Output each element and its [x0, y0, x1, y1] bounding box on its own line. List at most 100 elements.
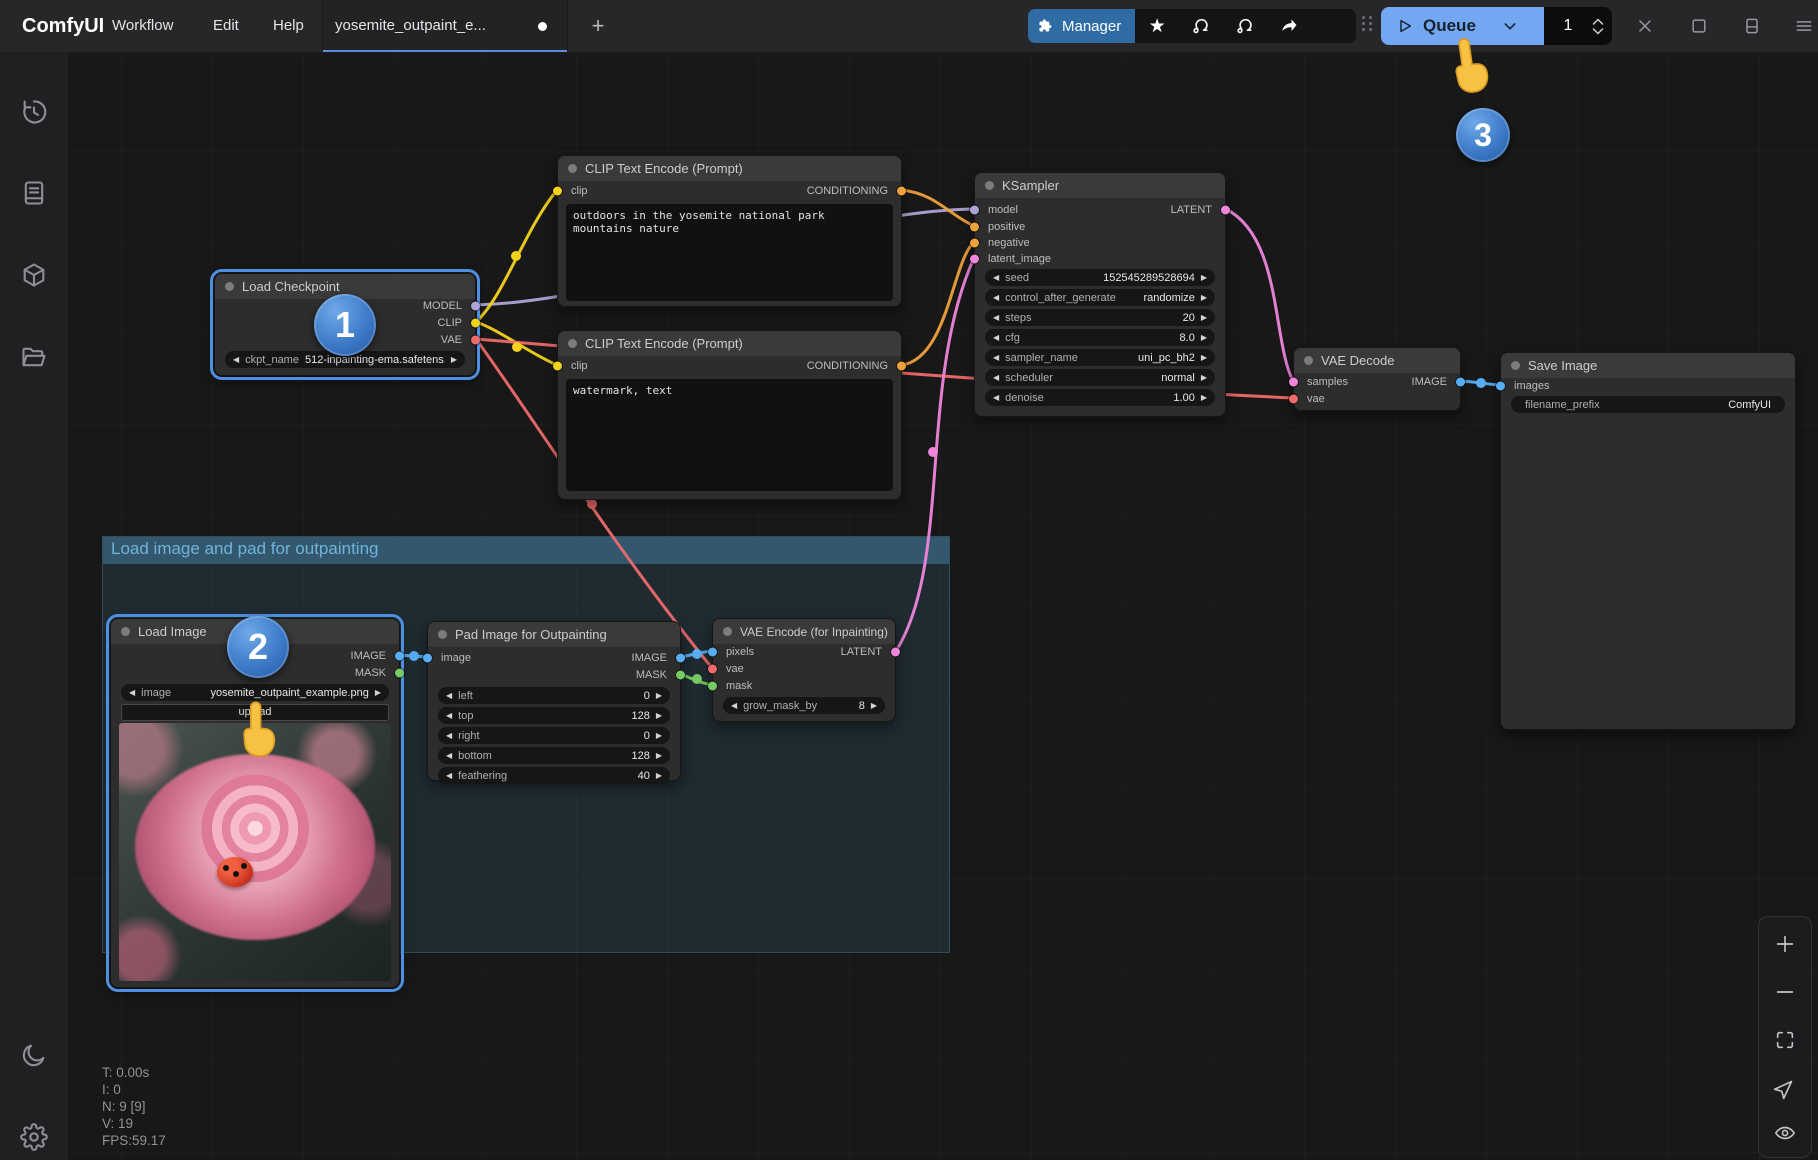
menu-workflow[interactable]: Workflow [112, 0, 173, 52]
widget-sampler-name[interactable]: sampler_nameuni_pc_bh2 [985, 349, 1215, 366]
widget-left[interactable]: left0 [438, 687, 670, 704]
collapse-dot-icon[interactable] [1511, 361, 1520, 370]
chevron-down-icon[interactable] [1592, 28, 1604, 35]
node-header[interactable]: VAE Encode (for Inpainting) [713, 619, 895, 644]
image-port-icon[interactable] [676, 654, 685, 663]
widget-filename-prefix[interactable]: filename_prefix ComfyUI [1511, 396, 1785, 413]
widget-control-after-generate[interactable]: control_after_generaterandomize [985, 289, 1215, 306]
widget-grow-mask-by[interactable]: grow_mask_by 8 [723, 697, 885, 714]
decrement-arrow-icon[interactable] [993, 274, 999, 282]
prompt-textarea[interactable]: outdoors in the yosemite national park m… [566, 204, 893, 301]
increment-arrow-icon[interactable] [656, 732, 662, 740]
node-vae-decode[interactable]: VAE Decode samples vae IMAGE [1293, 347, 1461, 411]
collapse-dot-icon[interactable] [985, 181, 994, 190]
zoom-out-icon[interactable] [1772, 979, 1798, 1005]
increment-arrow-icon[interactable] [1201, 274, 1207, 282]
input-negative[interactable]: negative [975, 235, 1225, 251]
output-conditioning[interactable]: CONDITIONING [558, 358, 901, 374]
widget-scheduler[interactable]: schedulernormal [985, 369, 1215, 386]
decrement-arrow-icon[interactable] [993, 314, 999, 322]
decrement-arrow-icon[interactable] [129, 689, 135, 697]
node-ksampler[interactable]: KSampler model positive negative latent_… [974, 172, 1226, 417]
increment-arrow-icon[interactable] [871, 702, 877, 710]
maximize-icon[interactable] [1687, 14, 1711, 38]
output-mask[interactable]: MASK [428, 667, 680, 683]
conditioning-port-icon[interactable] [897, 187, 906, 196]
input-vae[interactable]: vae [713, 661, 895, 677]
widget-feathering[interactable]: feathering40 [438, 767, 670, 784]
latent-port-icon[interactable] [970, 255, 979, 264]
model-library-icon[interactable] [17, 258, 51, 292]
output-latent[interactable]: LATENT [713, 644, 895, 660]
image-port-icon[interactable] [395, 652, 404, 661]
decrement-arrow-icon[interactable] [993, 354, 999, 362]
panel-split-icon[interactable] [1740, 14, 1764, 38]
latent-port-icon[interactable] [891, 648, 900, 657]
share-icon[interactable] [1267, 9, 1311, 43]
widget-top[interactable]: top128 [438, 707, 670, 724]
node-header[interactable]: CLIP Text Encode (Prompt) [558, 156, 901, 181]
collapse-dot-icon[interactable] [121, 627, 130, 636]
decrement-arrow-icon[interactable] [446, 732, 452, 740]
chevron-down-icon[interactable] [1502, 18, 1518, 34]
vae-port-icon[interactable] [1289, 395, 1298, 404]
new-tab-button[interactable]: + [582, 10, 614, 42]
menu-edit[interactable]: Edit [213, 0, 239, 52]
increment-arrow-icon[interactable] [1201, 314, 1207, 322]
increment-arrow-icon[interactable] [656, 692, 662, 700]
close-icon[interactable] [1633, 14, 1657, 38]
count-spinners[interactable] [1592, 18, 1604, 35]
input-images[interactable]: images [1501, 378, 1795, 394]
increment-arrow-icon[interactable] [1201, 394, 1207, 402]
mask-port-icon[interactable] [395, 669, 404, 678]
widget-seed[interactable]: seed152545289528694 [985, 269, 1215, 286]
node-pad-image-outpainting[interactable]: Pad Image for Outpainting image IMAGE MA… [427, 621, 681, 781]
node-header[interactable]: CLIP Text Encode (Prompt) [558, 331, 901, 356]
input-positive[interactable]: positive [975, 219, 1225, 235]
chevron-up-icon[interactable] [1592, 18, 1604, 25]
output-latent[interactable]: LATENT [975, 202, 1225, 218]
collapse-dot-icon[interactable] [568, 339, 577, 348]
input-latent-image[interactable]: latent_image [975, 251, 1225, 267]
menu-help[interactable]: Help [273, 0, 304, 52]
conditioning-port-icon[interactable] [970, 239, 979, 248]
decrement-arrow-icon[interactable] [993, 394, 999, 402]
vae-port-icon[interactable] [471, 336, 480, 345]
input-vae[interactable]: vae [1294, 391, 1460, 407]
collapse-dot-icon[interactable] [225, 282, 234, 291]
node-save-image[interactable]: Save Image images filename_prefix ComfyU… [1500, 352, 1796, 730]
decrement-arrow-icon[interactable] [233, 356, 239, 364]
favorites-star-icon[interactable]: ★ [1135, 9, 1179, 43]
collapse-dot-icon[interactable] [723, 627, 732, 636]
node-header[interactable]: Save Image [1501, 353, 1795, 378]
conditioning-port-icon[interactable] [970, 223, 979, 232]
collapse-dot-icon[interactable] [438, 630, 447, 639]
manager-button[interactable]: Manager [1028, 9, 1135, 43]
node-header[interactable]: KSampler [975, 173, 1225, 198]
collapse-dot-icon[interactable] [568, 164, 577, 173]
manager-hook-icon-2[interactable] [1223, 9, 1267, 43]
increment-arrow-icon[interactable] [451, 356, 457, 364]
widget-steps[interactable]: steps20 [985, 309, 1215, 326]
decrement-arrow-icon[interactable] [993, 334, 999, 342]
vae-port-icon[interactable] [708, 665, 717, 674]
model-port-icon[interactable] [471, 302, 480, 311]
history-icon[interactable] [17, 95, 51, 129]
toggle-visibility-icon[interactable] [1772, 1120, 1798, 1146]
input-mask[interactable]: mask [713, 678, 895, 694]
mask-port-icon[interactable] [676, 671, 685, 680]
collapse-dot-icon[interactable] [1304, 356, 1313, 365]
decrement-arrow-icon[interactable] [446, 712, 452, 720]
mask-port-icon[interactable] [708, 682, 717, 691]
widget-right[interactable]: right0 [438, 727, 670, 744]
decrement-arrow-icon[interactable] [446, 692, 452, 700]
latent-port-icon[interactable] [1221, 206, 1230, 215]
fit-view-icon[interactable] [1772, 1027, 1798, 1053]
increment-arrow-icon[interactable] [1201, 374, 1207, 382]
decrement-arrow-icon[interactable] [993, 374, 999, 382]
theme-toggle-icon[interactable] [17, 1038, 51, 1072]
batch-count-stepper[interactable]: 1 [1544, 7, 1612, 45]
image-port-icon[interactable] [1496, 382, 1505, 391]
image-port-icon[interactable] [1456, 378, 1465, 387]
output-image[interactable]: IMAGE [1294, 374, 1460, 390]
